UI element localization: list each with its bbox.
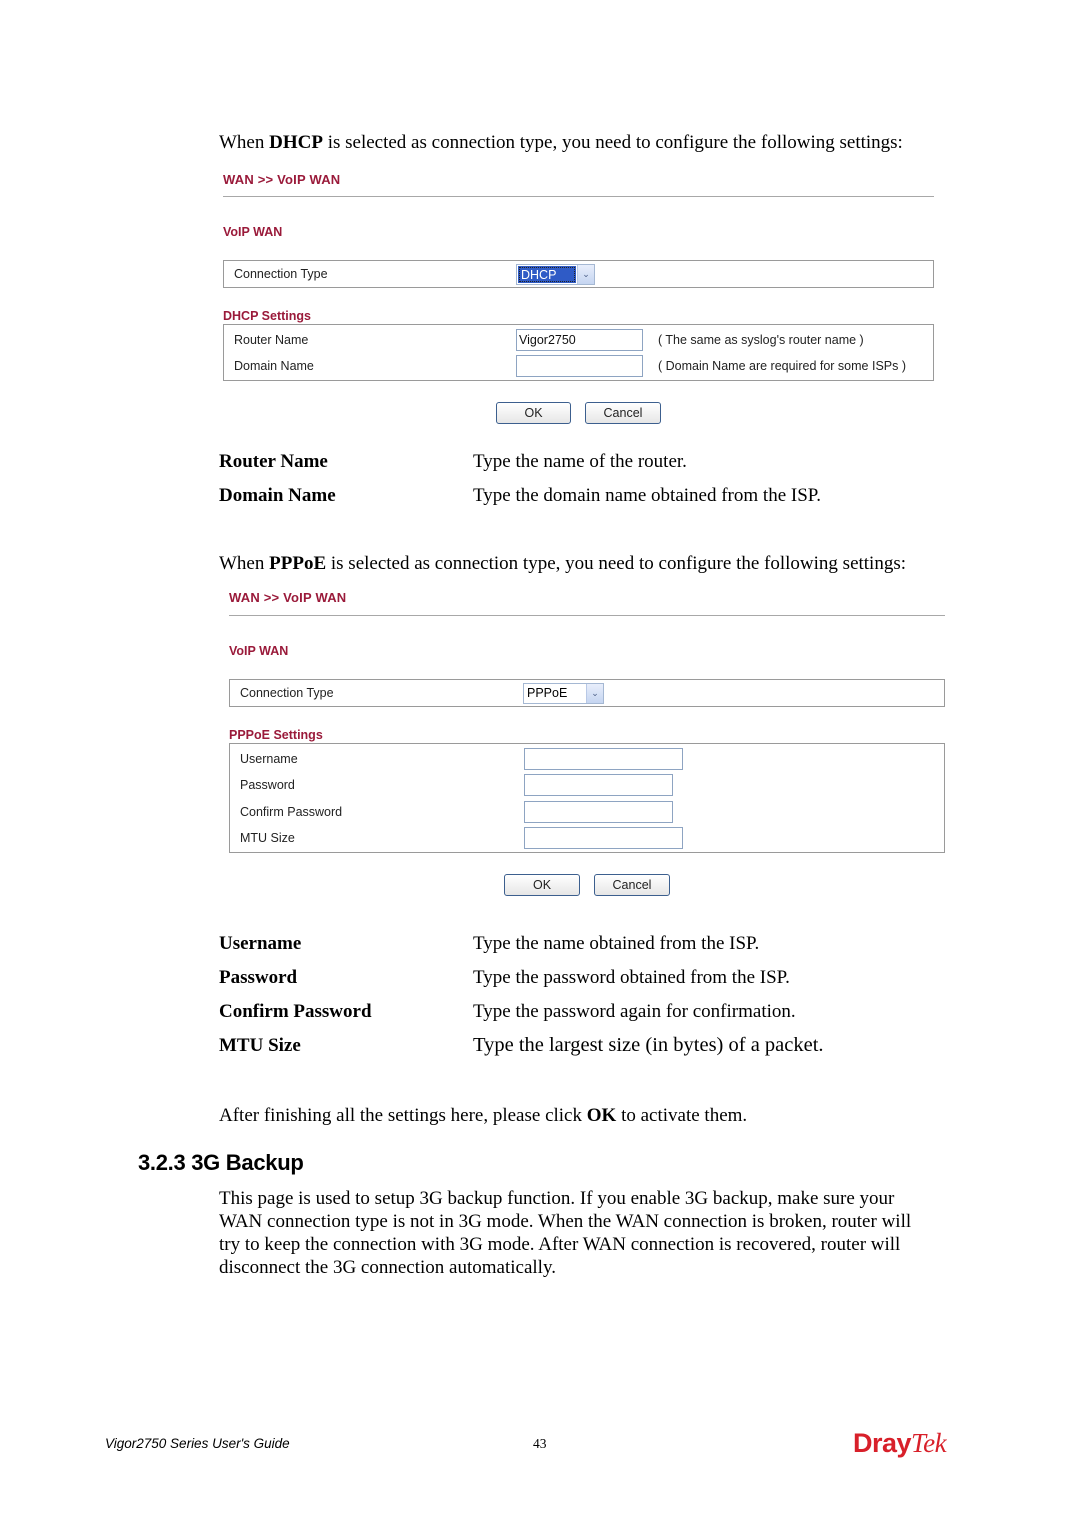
connection-type-label: Connection Type — [234, 267, 328, 281]
divider — [223, 196, 934, 197]
domain-name-hint: ( Domain Name are required for some ISPs… — [658, 359, 907, 373]
chevron-down-icon[interactable]: ⌄ — [586, 684, 603, 703]
logo-part-dray: Dray — [853, 1428, 912, 1458]
dhcp-intro-paragraph: When DHCP is selected as connection type… — [219, 131, 903, 154]
desc-password: Type the password obtained from the ISP. — [473, 967, 790, 988]
intro-text: is selected as connection type, you need… — [322, 132, 903, 153]
pppoe-connection-type-row: Connection Type PPPoE ⌄ — [229, 679, 945, 707]
chevron-down-icon[interactable]: ⌄ — [577, 265, 594, 284]
dhcp-breadcrumb: WAN >> VoIP WAN — [223, 172, 341, 187]
dhcp-settings-box: Router Name Vigor2750 ( The same as sysl… — [223, 324, 934, 381]
username-input[interactable] — [524, 748, 683, 770]
section-3g-body: This page is used to setup 3G backup fun… — [219, 1187, 959, 1279]
finish-note: After finishing all the settings here, p… — [219, 1104, 747, 1127]
logo-part-tek: Tek — [911, 1428, 947, 1458]
pppoe-intro-paragraph: When PPPoE is selected as connection typ… — [219, 552, 906, 575]
body-line: try to keep the connection with 3G mode.… — [219, 1234, 901, 1255]
dhcp-cancel-button[interactable]: Cancel — [585, 402, 661, 424]
pppoe-breadcrumb: WAN >> VoIP WAN — [229, 590, 347, 605]
term-domain-name: Domain Name — [219, 485, 336, 506]
note-bold: OK — [586, 1105, 617, 1126]
pppoe-cancel-button[interactable]: Cancel — [594, 874, 670, 896]
username-label: Username — [240, 752, 298, 766]
password-input[interactable] — [524, 774, 673, 796]
body-line: This page is used to setup 3G backup fun… — [219, 1188, 895, 1209]
desc-router-name: Type the name of the router. — [473, 451, 687, 472]
connection-type-select[interactable]: DHCP ⌄ — [516, 264, 595, 285]
note-text: to activate them. — [616, 1105, 748, 1126]
dhcp-ok-button[interactable]: OK — [496, 402, 571, 424]
mtu-size-label: MTU Size — [240, 831, 295, 845]
footer-guide-title: Vigor2750 Series User's Guide — [105, 1436, 290, 1451]
intro-text: When — [219, 553, 270, 574]
dhcp-settings-title: DHCP Settings — [223, 309, 311, 323]
footer-page-number: 43 — [533, 1436, 547, 1451]
note-text: After finishing all the settings here, p… — [219, 1105, 587, 1126]
body-line: disconnect the 3G connection automatical… — [219, 1257, 556, 1278]
pppoe-section-title: VoIP WAN — [229, 644, 289, 658]
mtu-size-input[interactable] — [524, 827, 683, 849]
term-router-name: Router Name — [219, 451, 328, 472]
term-password: Password — [219, 967, 298, 988]
dhcp-section-title: VoIP WAN — [223, 225, 283, 239]
body-line: WAN connection type is not in 3G mode. W… — [219, 1211, 912, 1232]
section-heading-3g-backup: 3.2.3 3G Backup — [138, 1150, 304, 1175]
router-name-label: Router Name — [234, 333, 309, 347]
connection-type-value: DHCP — [518, 266, 576, 283]
confirm-password-input[interactable] — [524, 801, 673, 823]
connection-type-select[interactable]: PPPoE ⌄ — [523, 683, 604, 704]
intro-text: When — [219, 132, 270, 153]
divider — [229, 615, 945, 616]
password-label: Password — [240, 778, 295, 792]
term-mtu-size: MTU Size — [219, 1035, 301, 1056]
confirm-password-label: Confirm Password — [240, 805, 343, 819]
intro-text: is selected as connection type, you need… — [326, 553, 907, 574]
desc-mtu-size: Type the largest size (in bytes) of a pa… — [473, 1034, 824, 1056]
desc-confirm-password: Type the password again for confirmation… — [473, 1001, 796, 1022]
domain-name-label: Domain Name — [234, 359, 314, 373]
pppoe-settings-title: PPPoE Settings — [229, 728, 323, 742]
dhcp-connection-type-row: Connection Type DHCP ⌄ — [223, 260, 934, 288]
connection-type-value: PPPoE — [527, 686, 568, 700]
pppoe-settings-box: Username Password Confirm Password MTU S… — [229, 743, 945, 853]
router-name-input[interactable]: Vigor2750 — [516, 329, 643, 351]
desc-username: Type the name obtained from the ISP. — [473, 933, 760, 954]
draytek-logo: DrayTek — [853, 1428, 947, 1459]
intro-bold: PPPoE — [269, 553, 327, 574]
desc-domain-name: Type the domain name obtained from the I… — [473, 485, 821, 506]
pppoe-ok-button[interactable]: OK — [504, 874, 580, 896]
term-confirm-password: Confirm Password — [219, 1001, 372, 1022]
intro-bold: DHCP — [269, 132, 323, 153]
router-name-hint: ( The same as syslog's router name ) — [658, 333, 864, 347]
connection-type-label: Connection Type — [240, 686, 334, 700]
domain-name-input[interactable] — [516, 355, 643, 377]
term-username: Username — [219, 933, 302, 954]
